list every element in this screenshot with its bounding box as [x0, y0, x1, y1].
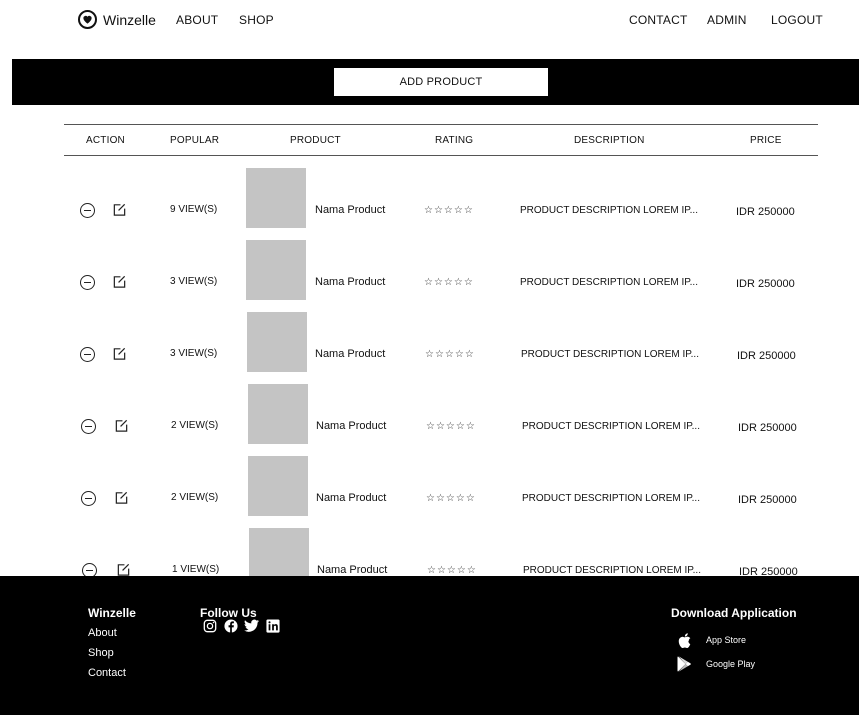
view-count: 2 VIEW(S) — [171, 492, 219, 503]
table-row: 2 VIEW(S) Nama Product ☆☆☆☆☆ PRODUCT DES… — [0, 456, 859, 528]
twitter-icon[interactable] — [244, 618, 259, 633]
table-body: 9 VIEW(S) Nama Product ☆☆☆☆☆ PRODUCT DES… — [0, 156, 859, 576]
nav-about[interactable]: ABOUT — [176, 13, 218, 27]
table-row: 2 VIEW(S) Nama Product ☆☆☆☆☆ PRODUCT DES… — [0, 384, 859, 456]
remove-icon[interactable] — [80, 275, 95, 290]
rating-stars: ☆☆☆☆☆ — [424, 277, 474, 288]
view-count: 3 VIEW(S) — [170, 348, 218, 359]
edit-icon[interactable] — [114, 418, 129, 433]
table-row: 9 VIEW(S) Nama Product ☆☆☆☆☆ PRODUCT DES… — [0, 168, 859, 240]
google-play-label: Google Play — [706, 659, 756, 669]
product-price: IDR 250000 — [736, 206, 795, 218]
nav-admin[interactable]: ADMIN — [707, 13, 747, 27]
remove-icon[interactable] — [80, 203, 95, 218]
edit-icon[interactable] — [112, 202, 127, 217]
product-description: PRODUCT DESCRIPTION LOREM IP... — [522, 493, 700, 504]
view-count: 9 VIEW(S) — [170, 204, 218, 215]
table-header: ACTION POPULAR PRODUCT RATING DESCRIPTIO… — [64, 124, 818, 156]
edit-icon[interactable] — [116, 562, 131, 576]
nav-logout[interactable]: LOGOUT — [771, 13, 823, 27]
header-price: PRICE — [750, 135, 782, 146]
product-name[interactable]: Nama Product — [315, 204, 385, 216]
edit-icon[interactable] — [112, 346, 127, 361]
product-thumbnail — [246, 240, 306, 300]
header-popular: POPULAR — [170, 135, 220, 146]
product-name[interactable]: Nama Product — [316, 492, 386, 504]
product-thumbnail — [247, 312, 307, 372]
remove-icon[interactable] — [80, 347, 95, 362]
google-play-icon — [676, 656, 692, 672]
top-nav: Winzelle ABOUT SHOP CONTACT ADMIN LOGOUT — [0, 0, 859, 42]
rating-stars: ☆☆☆☆☆ — [426, 493, 476, 504]
product-description: PRODUCT DESCRIPTION LOREM IP... — [520, 277, 698, 288]
facebook-icon[interactable] — [223, 618, 238, 633]
product-name[interactable]: Nama Product — [315, 276, 385, 288]
footer-link-shop[interactable]: Shop — [88, 647, 114, 659]
product-description: PRODUCT DESCRIPTION LOREM IP... — [520, 205, 698, 216]
rating-stars: ☆☆☆☆☆ — [426, 421, 476, 432]
product-description: PRODUCT DESCRIPTION LOREM IP... — [522, 421, 700, 432]
google-play-link[interactable]: Google Play — [676, 656, 755, 672]
product-thumbnail — [248, 384, 308, 444]
nav-contact[interactable]: CONTACT — [629, 13, 688, 27]
action-band: ADD PRODUCT — [12, 59, 859, 105]
footer-link-contact[interactable]: Contact — [88, 667, 126, 679]
linkedin-icon[interactable] — [265, 618, 280, 633]
product-price: IDR 250000 — [736, 278, 795, 290]
brand-name: Winzelle — [103, 11, 156, 28]
table-row: 1 VIEW(S) Nama Product ☆☆☆☆☆ PRODUCT DES… — [0, 528, 859, 576]
footer: Winzelle About Shop Contact Follow Us Do… — [0, 576, 859, 715]
footer-link-about[interactable]: About — [88, 627, 117, 639]
product-description: PRODUCT DESCRIPTION LOREM IP... — [521, 349, 699, 360]
edit-icon[interactable] — [114, 490, 129, 505]
social-links — [202, 618, 280, 633]
header-product: PRODUCT — [290, 135, 341, 146]
product-description: PRODUCT DESCRIPTION LOREM IP... — [523, 565, 701, 576]
product-name[interactable]: Nama Product — [315, 348, 385, 360]
header-rating: RATING — [435, 135, 474, 146]
product-name[interactable]: Nama Product — [317, 564, 387, 576]
product-name[interactable]: Nama Product — [316, 420, 386, 432]
remove-icon[interactable] — [81, 419, 96, 434]
add-product-button[interactable]: ADD PRODUCT — [334, 68, 548, 96]
product-price: IDR 250000 — [737, 350, 796, 362]
header-action: ACTION — [86, 135, 125, 146]
table-row: 3 VIEW(S) Nama Product ☆☆☆☆☆ PRODUCT DES… — [0, 312, 859, 384]
view-count: 3 VIEW(S) — [170, 276, 218, 287]
header-description: DESCRIPTION — [574, 135, 645, 146]
view-count: 1 VIEW(S) — [172, 564, 220, 575]
product-thumbnail — [246, 168, 306, 228]
table-row: 3 VIEW(S) Nama Product ☆☆☆☆☆ PRODUCT DES… — [0, 240, 859, 312]
product-thumbnail — [249, 528, 309, 576]
rating-stars: ☆☆☆☆☆ — [424, 205, 474, 216]
edit-icon[interactable] — [112, 274, 127, 289]
instagram-icon[interactable] — [202, 618, 217, 633]
product-price: IDR 250000 — [738, 422, 797, 434]
brand-link[interactable]: Winzelle — [78, 10, 156, 29]
footer-brand: Winzelle — [88, 606, 136, 620]
app-store-link[interactable]: App Store — [676, 632, 746, 648]
download-app-title: Download Application — [671, 606, 797, 620]
rating-stars: ☆☆☆☆☆ — [425, 349, 475, 360]
remove-icon[interactable] — [82, 563, 97, 576]
app-store-label: App Store — [706, 635, 747, 645]
product-price: IDR 250000 — [738, 494, 797, 506]
apple-icon — [676, 632, 692, 648]
product-thumbnail — [248, 456, 308, 516]
product-price: IDR 250000 — [739, 566, 798, 576]
remove-icon[interactable] — [81, 491, 96, 506]
rating-stars: ☆☆☆☆☆ — [427, 565, 477, 576]
nav-shop[interactable]: SHOP — [239, 13, 274, 27]
view-count: 2 VIEW(S) — [171, 420, 219, 431]
heart-logo-icon — [78, 10, 97, 29]
